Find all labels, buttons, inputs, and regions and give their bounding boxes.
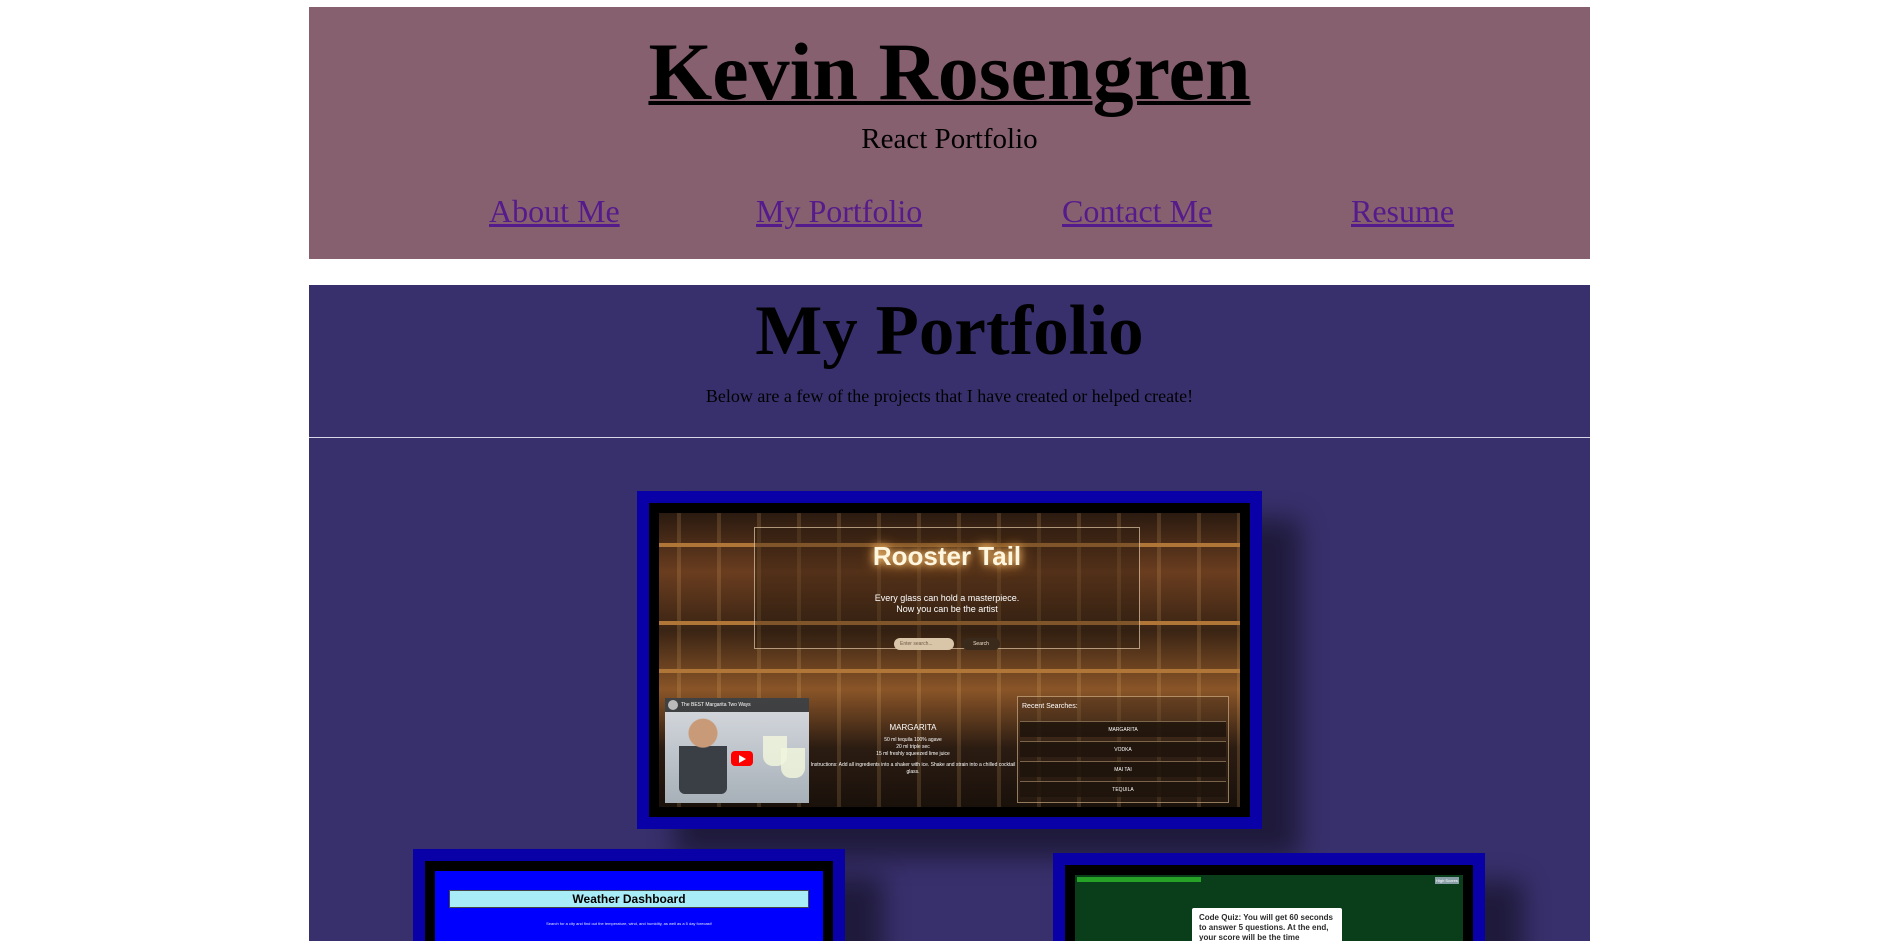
portfolio-intro: Below are a few of the projects that I h… <box>705 386 1194 406</box>
project-title: Rooster Tail <box>872 541 1022 571</box>
channel-avatar <box>668 700 678 710</box>
portfolio-title: My Portfolio <box>755 292 1144 370</box>
quiz-intro-card: Code Quiz: You will get 60 seconds to an… <box>1192 908 1342 941</box>
recipe-ingredients: 50 ml tequila 100% agave 20 ml triple se… <box>876 737 950 757</box>
youtube-play-icon <box>731 751 753 766</box>
section-divider <box>309 437 1590 438</box>
recent-search-item: MAI TAI <box>1020 761 1226 777</box>
recipe-name: MARGARITA <box>889 723 937 732</box>
high-scores-button: High Scores <box>1435 877 1459 884</box>
video-embed: The BEST Margarita Two Ways <box>665 698 809 803</box>
nav-link-resume[interactable]: Resume <box>1351 193 1454 229</box>
project-tagline: Every glass can hold a masterpiece. Now … <box>874 593 1020 614</box>
nav-link-my-portfolio[interactable]: My Portfolio <box>756 193 922 229</box>
recipe-instructions: Instructions: Add all ingredients into a… <box>810 762 1016 775</box>
project-screenshot-rooster-tail[interactable]: Rooster Tail Every glass can hold a mast… <box>659 513 1240 807</box>
project-screenshot-weather-dashboard[interactable]: Weather Dashboard Search for a city and … <box>435 871 823 941</box>
margarita-glass-icon <box>781 748 805 778</box>
project-card-weather-dashboard[interactable]: Weather Dashboard Search for a city and … <box>413 849 845 941</box>
project-screenshot-code-quiz[interactable]: High Scores Code Quiz: You will get 60 s… <box>1075 875 1463 941</box>
site-title: Kevin Rosengren <box>648 26 1251 117</box>
site-header: Kevin Rosengren React Portfolio About Me… <box>309 7 1590 259</box>
recent-search-item: MARGARITA <box>1020 721 1226 737</box>
recent-searches-label: Recent Searches: <box>1022 703 1078 710</box>
portfolio-section: My Portfolio Below are a few of the proj… <box>309 285 1590 941</box>
nav-link-contact-me[interactable]: Contact Me <box>1062 193 1212 229</box>
site-subtitle: React Portfolio <box>861 123 1038 155</box>
nav-link-about-me[interactable]: About Me <box>489 193 620 229</box>
project-card-code-quiz[interactable]: High Scores Code Quiz: You will get 60 s… <box>1053 853 1485 941</box>
main-nav: About Me My Portfolio Contact Me Resume <box>309 193 1590 233</box>
timer-bar <box>1077 877 1201 882</box>
project-card-rooster-tail[interactable]: Rooster Tail Every glass can hold a mast… <box>637 491 1262 829</box>
recent-searches: Recent Searches: MARGARITA VODKA MAI TAI… <box>1017 696 1229 803</box>
shelf-line <box>659 669 1240 673</box>
weather-note: Search for a city and find out the tempe… <box>546 921 712 926</box>
search-button: Search <box>962 638 1000 650</box>
search-input: Enter search... <box>894 638 954 650</box>
recent-search-item: VODKA <box>1020 741 1226 757</box>
weather-title: Weather Dashboard <box>449 890 809 908</box>
recent-search-item: TEQUILA <box>1020 781 1226 797</box>
video-person <box>679 716 727 794</box>
recipe-panel: MARGARITA 50 ml tequila 100% agave 20 ml… <box>809 723 1017 803</box>
video-title: The BEST Margarita Two Ways <box>665 698 809 712</box>
